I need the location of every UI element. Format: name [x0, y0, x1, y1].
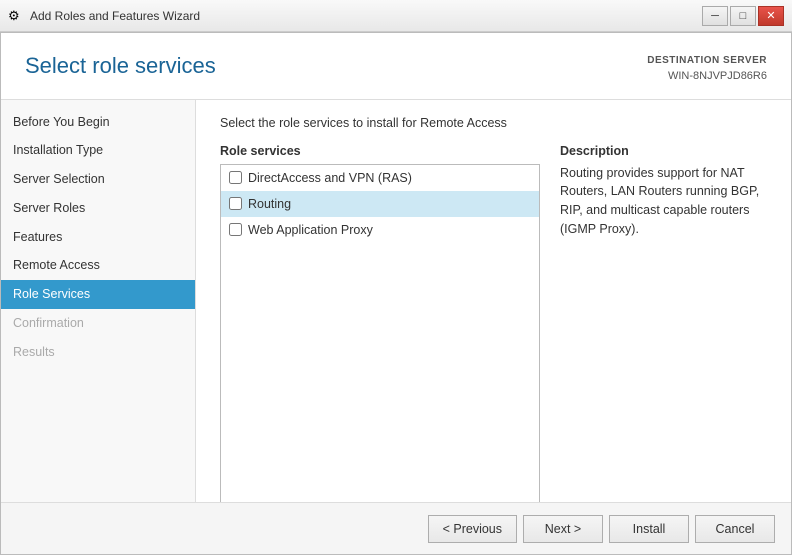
wizard-content: Select the role services to install for … — [196, 100, 791, 503]
window-controls: ─ □ ✕ — [702, 6, 784, 26]
sidebar-item-server-selection[interactable]: Server Selection — [1, 165, 195, 194]
page-title: Select role services — [25, 53, 216, 79]
description-header: Description — [560, 144, 767, 158]
role-item[interactable]: Routing — [221, 191, 539, 217]
two-column-layout: Role services DirectAccess and VPN (RAS)… — [220, 144, 767, 503]
role-item[interactable]: Web Application Proxy — [221, 217, 539, 243]
sidebar-item-confirmation[interactable]: Confirmation — [1, 309, 195, 338]
role-checkbox[interactable] — [229, 171, 242, 184]
sidebar-item-server-roles[interactable]: Server Roles — [1, 194, 195, 223]
role-services-panel: Role services DirectAccess and VPN (RAS)… — [220, 144, 540, 503]
destination-label: DESTINATION SERVER — [647, 53, 767, 68]
maximize-button[interactable]: □ — [730, 6, 756, 26]
sidebar-item-results[interactable]: Results — [1, 338, 195, 367]
description-panel: Description Routing provides support for… — [560, 144, 767, 503]
role-services-header: Role services — [220, 144, 540, 158]
role-checkbox[interactable] — [229, 197, 242, 210]
destination-server: DESTINATION SERVER WIN-8NJVPJD86R6 — [647, 53, 767, 85]
role-label: Routing — [248, 197, 291, 211]
role-list: DirectAccess and VPN (RAS) Routing Web App… — [220, 164, 540, 503]
role-checkbox[interactable] — [229, 223, 242, 236]
wizard-header: Select role services DESTINATION SERVER … — [1, 33, 791, 100]
sidebar: Before You BeginInstallation TypeServer … — [1, 100, 196, 503]
next-button[interactable]: Next > — [523, 515, 603, 543]
title-bar-left: ⚙ Add Roles and Features Wizard — [8, 8, 200, 24]
description-text: Routing provides support for NAT Routers… — [560, 164, 767, 239]
window-title: Add Roles and Features Wizard — [30, 9, 200, 23]
wizard-footer: < Previous Next > Install Cancel — [1, 502, 791, 554]
role-item[interactable]: DirectAccess and VPN (RAS) — [221, 165, 539, 191]
app-icon: ⚙ — [8, 8, 24, 24]
install-button[interactable]: Install — [609, 515, 689, 543]
minimize-button[interactable]: ─ — [702, 6, 728, 26]
previous-button[interactable]: < Previous — [428, 515, 517, 543]
role-label: DirectAccess and VPN (RAS) — [248, 171, 412, 185]
sidebar-item-remote-access[interactable]: Remote Access — [1, 251, 195, 280]
sidebar-item-before-you-begin[interactable]: Before You Begin — [1, 108, 195, 137]
wizard-window: Select role services DESTINATION SERVER … — [0, 32, 792, 555]
sidebar-item-features[interactable]: Features — [1, 223, 195, 252]
sidebar-item-role-services[interactable]: Role Services — [1, 280, 195, 309]
destination-name: WIN-8NJVPJD86R6 — [647, 68, 767, 85]
title-bar: ⚙ Add Roles and Features Wizard ─ □ ✕ — [0, 0, 792, 32]
wizard-body: Before You BeginInstallation TypeServer … — [1, 100, 791, 503]
close-button[interactable]: ✕ — [758, 6, 784, 26]
content-description: Select the role services to install for … — [220, 116, 767, 130]
sidebar-item-installation-type[interactable]: Installation Type — [1, 136, 195, 165]
role-label: Web Application Proxy — [248, 223, 373, 237]
cancel-button[interactable]: Cancel — [695, 515, 775, 543]
